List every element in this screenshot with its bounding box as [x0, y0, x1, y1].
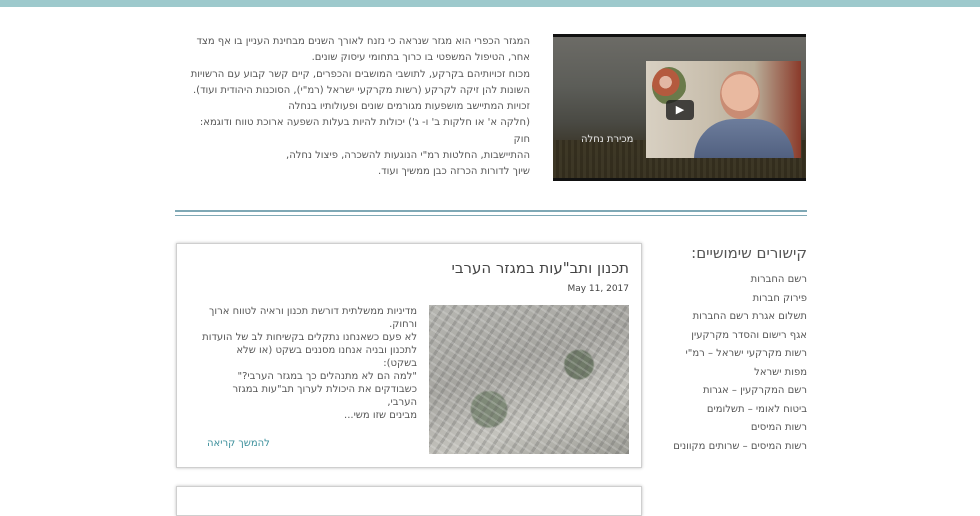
useful-link[interactable]: אגף רישום והסדר מקרקעין — [650, 327, 807, 346]
useful-links-widget: קישורים שימושיים: רשם החברות פירוק חברות… — [650, 244, 807, 456]
intro-line: מכוח זכויותיהם בקרקע, לתושבי המושבים והכ… — [190, 68, 530, 80]
intro-line: השונות להן זיקה לקרקע (רשות מקרקעי ישראל… — [193, 84, 530, 96]
useful-link[interactable]: רשות המיסים — [650, 419, 807, 438]
excerpt-line: כשבודקים את היכולת לערוך תב"עות במגזר הע… — [232, 384, 418, 408]
useful-link[interactable]: רשות מקרקעי ישראל – רמ"י — [650, 345, 807, 364]
video-caption: מכירת נחלה — [581, 134, 634, 145]
intro-line: ההתיישבות, החלטות רמ"י הנוגעות להשכרה, פ… — [286, 150, 530, 162]
post-title[interactable]: תכנון ותב"עות במגזר הערבי — [451, 259, 629, 277]
post-date: May 11, 2017 — [567, 284, 629, 294]
read-more-link[interactable]: להמשך קריאה — [207, 438, 270, 449]
intro-line: אחר, הטיפול המשפטי בו כרוך בתחומי עיסוק … — [311, 52, 530, 64]
useful-link[interactable]: פירוק חברות — [650, 290, 807, 309]
intro-line: (חלקה א' או חלקות ב' ו- ג') יכולות להיות… — [199, 117, 530, 145]
intro-line: שיוך לדורות הכרזה כבן ממשיך ועוד. — [378, 166, 530, 178]
useful-link[interactable]: ביטוח לאומי – תשלומים — [650, 401, 807, 420]
excerpt-line: "למה הם לא מתנהלים כך במגזר הערבי?" — [237, 371, 418, 382]
next-post-card — [176, 486, 642, 516]
top-accent-bar — [0, 0, 980, 7]
excerpt-line: מבינים שזו משי... — [344, 410, 417, 421]
video-player[interactable]: מכירת נחלה ▶ — [553, 34, 806, 181]
useful-link[interactable]: רשות המיסים – שרותים מקוונים — [650, 438, 807, 457]
excerpt-line: מדיניות ממשלתית דורשת תכנון וראיה לטווח … — [208, 306, 417, 317]
section-divider — [175, 210, 807, 212]
excerpt-line: לתכנון ובניה אנחנו מסננים בשקט (או שלא ב… — [236, 345, 417, 369]
post-thumbnail-image[interactable] — [429, 305, 629, 454]
useful-links-list: רשם החברות פירוק חברות תשלום אגרת רשם הח… — [650, 271, 807, 456]
play-icon[interactable]: ▶ — [666, 100, 694, 120]
presenter-head — [720, 71, 760, 119]
intro-line: זכויות המתיישב מושפעות מגורמים שונים ופע… — [288, 101, 530, 113]
useful-link[interactable]: תשלום אגרת רשם החברות — [650, 308, 807, 327]
intro-text: המגזר הכפרי הוא מגזר שנראה כי נזנח לאורך… — [190, 34, 530, 181]
useful-links-title: קישורים שימושיים: — [691, 244, 807, 262]
excerpt-line: ורחוק. — [389, 319, 417, 330]
section-divider-thin — [175, 215, 807, 216]
intro-line: המגזר הכפרי הוא מגזר שנראה כי נזנח לאורך… — [196, 36, 530, 47]
presenter-body — [694, 119, 794, 158]
post-card: תכנון ותב"עות במגזר הערבי May 11, 2017 מ… — [176, 243, 642, 468]
useful-link[interactable]: רשם המקרקעין – אגרות — [650, 382, 807, 401]
useful-link[interactable]: רשם החברות — [650, 271, 807, 290]
post-excerpt: מדיניות ממשלתית דורשת תכנון וראיה לטווח … — [201, 305, 417, 422]
excerpt-line: לא פעם כשאנחנו נתקלים בקשיחות לב של הועד… — [202, 332, 417, 343]
useful-link[interactable]: מפות ישראל — [650, 364, 807, 383]
